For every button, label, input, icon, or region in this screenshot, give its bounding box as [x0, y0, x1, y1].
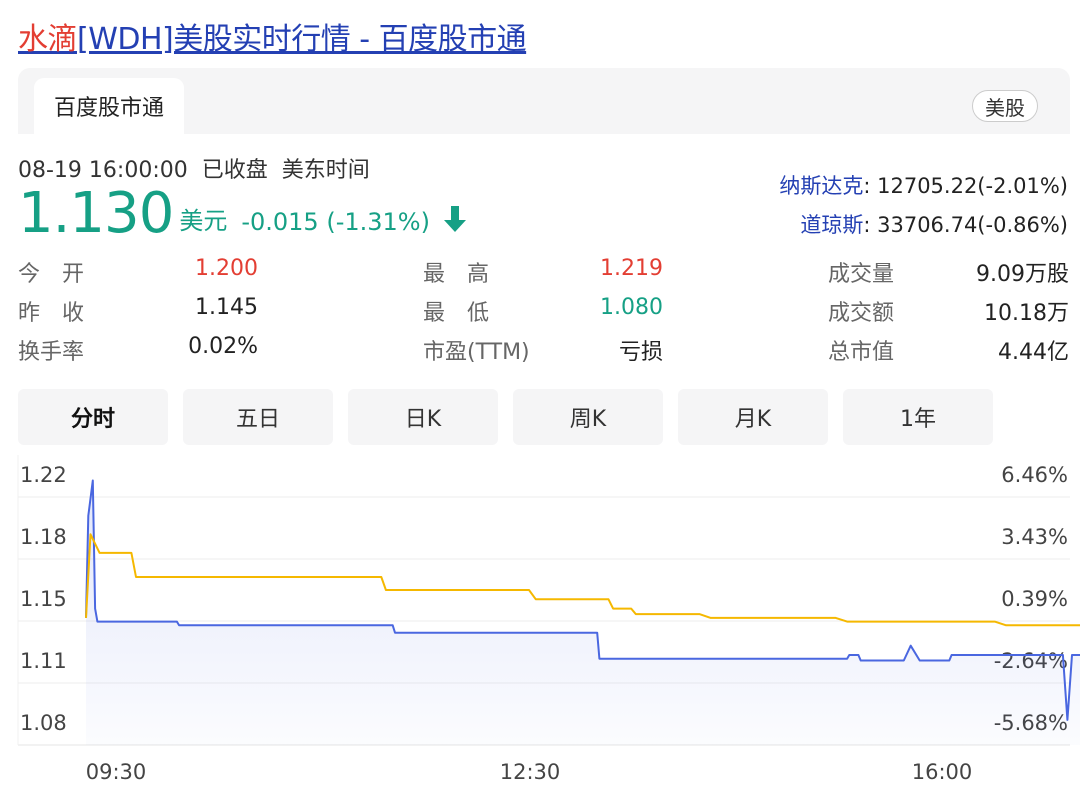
- y-tick-label-right: 6.46%: [1001, 463, 1068, 487]
- tab-daily-k[interactable]: 日K: [348, 389, 498, 445]
- title-text: [WDH]美股实时行情 - 百度股市通: [77, 22, 527, 57]
- turnover-value: 0.02%: [188, 334, 258, 359]
- volume-label: 成交量: [828, 262, 895, 287]
- tab-one-year[interactable]: 1年: [843, 389, 993, 445]
- timezone-label: 美东时间: [281, 158, 370, 183]
- pe-label: 市盈(TTM): [423, 340, 530, 365]
- volume-value: 9.09万股: [976, 262, 1069, 287]
- amount-value: 10.18万: [984, 301, 1069, 326]
- price-change: -0.015 (-1.31%): [241, 208, 430, 236]
- market-tag[interactable]: 美股: [972, 90, 1038, 122]
- y-tick-label: 1.22: [20, 463, 67, 487]
- period-tabs: 分时 五日 日K 周K 月K 1年: [18, 389, 993, 445]
- tab-five-day[interactable]: 五日: [183, 389, 333, 445]
- high-value: 1.219: [600, 256, 663, 281]
- y-tick-label: 1.11: [20, 649, 67, 673]
- tab-baidu-stock[interactable]: 百度股市通: [34, 78, 184, 134]
- pe-value: 亏损: [618, 340, 663, 365]
- current-price: 1.130: [18, 181, 174, 246]
- open-label: 今 开: [18, 262, 85, 287]
- intraday-chart[interactable]: 1.221.181.151.111.086.46%3.43%0.39%-2.64…: [0, 455, 1080, 787]
- y-tick-label: 1.08: [20, 711, 67, 735]
- index-nasdaq[interactable]: 纳斯达克: 12705.22(-2.01%): [779, 170, 1068, 200]
- index-name: 道琼斯: [800, 213, 864, 237]
- tab-intraday[interactable]: 分时: [18, 389, 168, 445]
- low-label: 最 低: [423, 301, 490, 326]
- price-area: [86, 480, 1080, 745]
- amount-label: 成交额: [828, 301, 895, 326]
- market-status: 已收盘: [201, 158, 268, 183]
- source-tabbar: 百度股市通 美股: [18, 68, 1070, 134]
- low-value: 1.080: [600, 295, 663, 320]
- x-tick-label: 12:30: [500, 760, 561, 784]
- quote-datetime: 08-19 16:00:00: [18, 158, 188, 183]
- prev-close-label: 昨 收: [18, 301, 85, 326]
- open-value: 1.200: [195, 256, 258, 281]
- turnover-label: 换手率: [18, 340, 85, 365]
- quote-status: 08-19 16:00:00 已收盘 美东时间: [18, 152, 384, 184]
- title-highlight: 水滴: [18, 22, 78, 57]
- arrow-down-icon: [442, 204, 468, 238]
- mktcap-value: 4.44亿: [998, 340, 1069, 365]
- index-dow[interactable]: 道琼斯: 33706.74(-0.86%): [800, 209, 1068, 239]
- mktcap-label: 总市值: [828, 340, 895, 365]
- prev-close-value: 1.145: [195, 295, 258, 320]
- tab-weekly-k[interactable]: 周K: [513, 389, 663, 445]
- x-tick-label: 09:30: [86, 760, 147, 784]
- y-tick-label-right: 3.43%: [1001, 525, 1068, 549]
- y-tick-label: 1.15: [20, 587, 67, 611]
- page-title[interactable]: 水滴[WDH]美股实时行情 - 百度股市通: [18, 14, 527, 58]
- tab-monthly-k[interactable]: 月K: [678, 389, 828, 445]
- y-tick-label-right: 0.39%: [1001, 587, 1068, 611]
- currency-label: 美元: [179, 207, 228, 235]
- index-value: : 33706.74(-0.86%): [863, 213, 1068, 237]
- y-tick-label: 1.18: [20, 525, 67, 549]
- index-value: : 12705.22(-2.01%): [863, 174, 1068, 198]
- high-label: 最 高: [423, 262, 490, 287]
- x-tick-label: 16:00: [912, 760, 973, 784]
- index-name: 纳斯达克: [779, 174, 864, 198]
- price-row: 1.130 美元 -0.015 (-1.31%): [18, 182, 468, 244]
